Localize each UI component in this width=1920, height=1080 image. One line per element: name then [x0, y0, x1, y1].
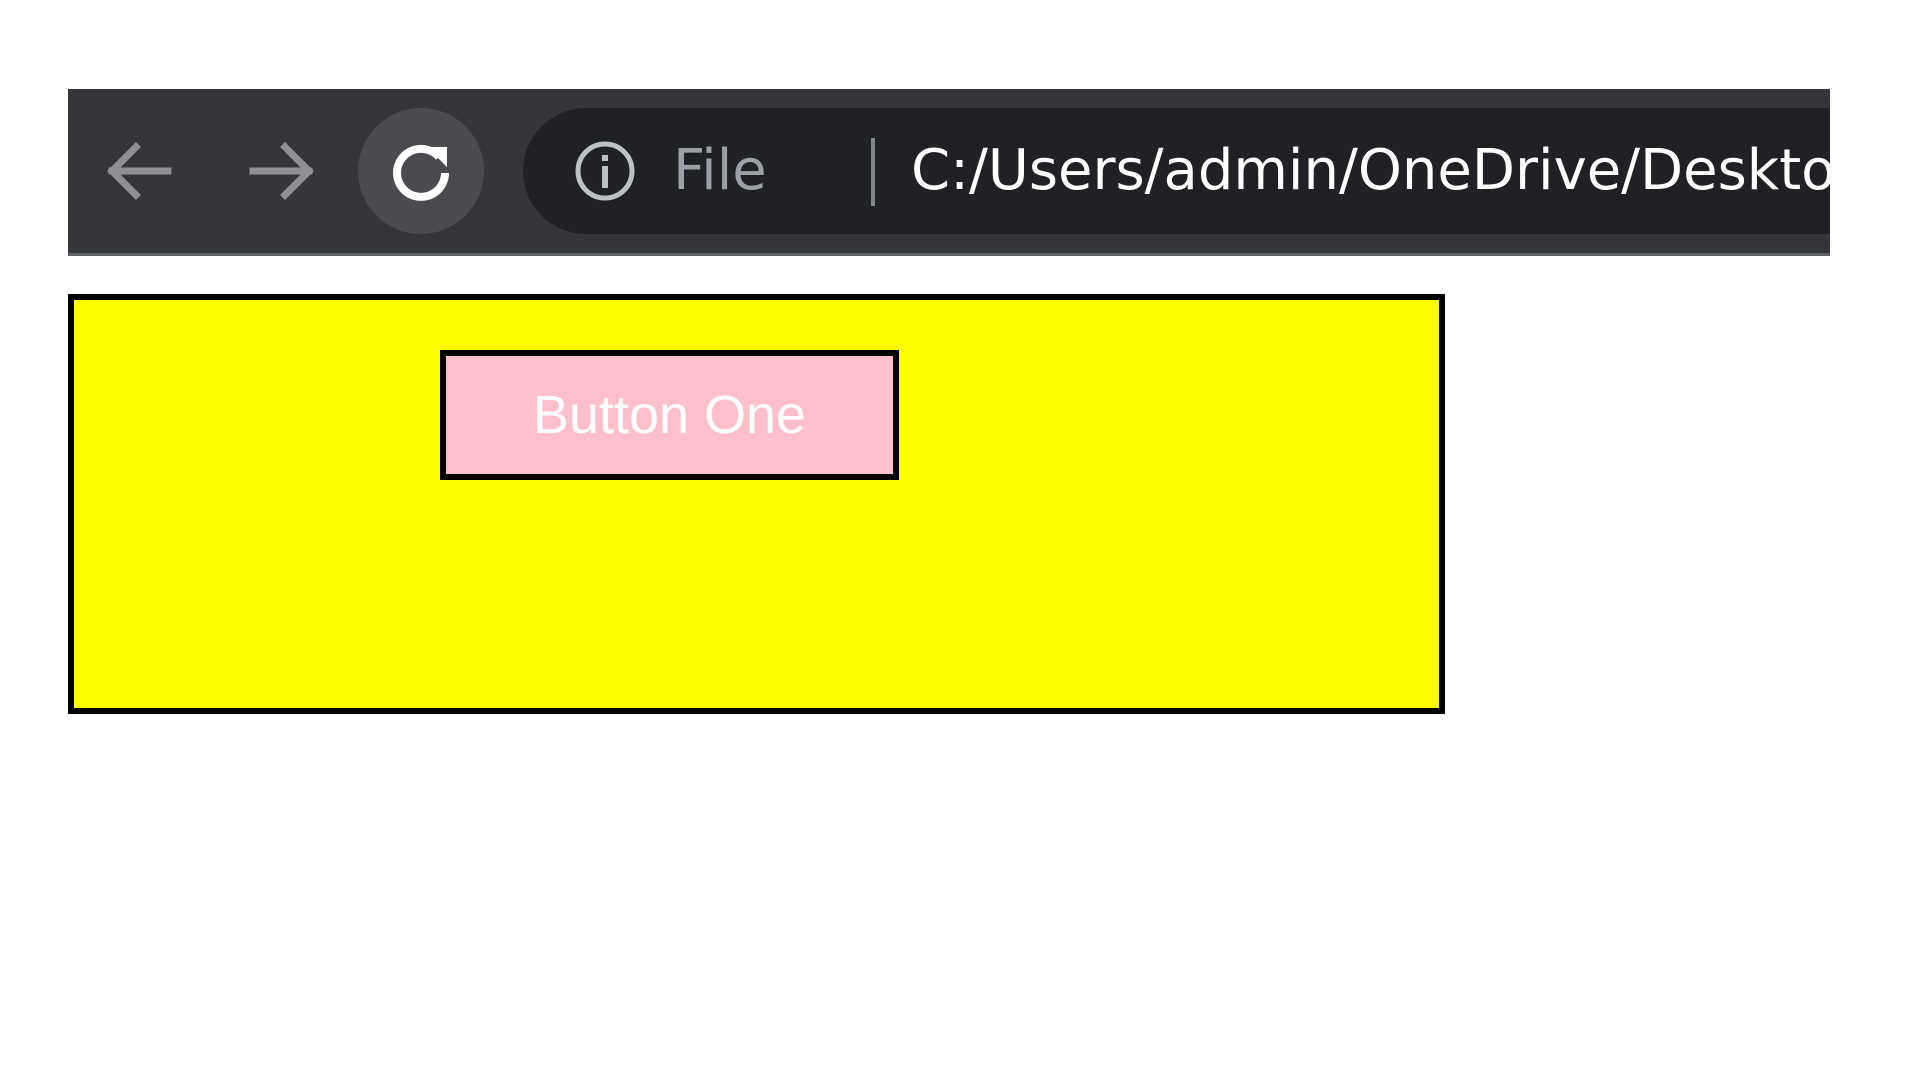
yellow-container: Button One [68, 294, 1445, 714]
back-button[interactable] [78, 89, 198, 253]
scheme-label: File [673, 138, 767, 203]
reload-button[interactable] [358, 108, 484, 234]
url-text[interactable]: C:/Users/admin/OneDrive/Desktop/ [911, 108, 1830, 234]
forward-button[interactable] [223, 89, 343, 253]
omnibox-divider [871, 138, 875, 206]
arrow-left-icon [107, 142, 172, 200]
browser-toolbar: File C:/Users/admin/OneDrive/Desktop/ [68, 89, 1830, 256]
arrow-right-icon [249, 142, 314, 200]
info-circle-icon[interactable] [573, 139, 637, 203]
address-bar[interactable]: File C:/Users/admin/OneDrive/Desktop/ [523, 108, 1830, 234]
button-one[interactable]: Button One [440, 350, 899, 480]
reload-icon [393, 144, 449, 201]
